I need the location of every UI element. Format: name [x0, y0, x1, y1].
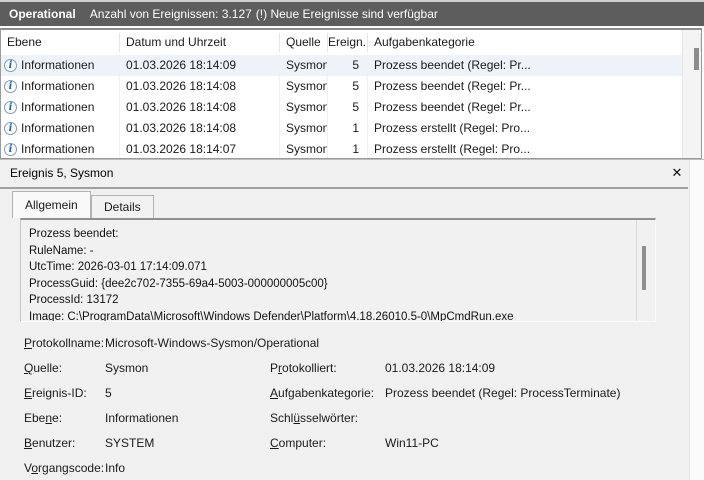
source-text: Sysmon	[280, 97, 328, 118]
field-value: Info	[105, 456, 125, 480]
log-name: Operational	[9, 7, 76, 21]
event-list: Ebene Datum und Uhrzeit Quelle Ereign...…	[0, 28, 702, 159]
field-value: Prozess beendet (Regel: ProcessTerminate…	[385, 381, 620, 406]
field-label: Benutzer:	[24, 431, 75, 456]
event-viewer-window: Operational Anzahl von Ereignissen: 3.12…	[0, 0, 704, 480]
source-text: Sysmon	[280, 76, 328, 97]
table-row[interactable]: i Informationen 01.03.2026 18:14:08 Sysmo…	[1, 118, 701, 139]
table-header: Ebene Datum und Uhrzeit Quelle Ereign...…	[1, 30, 701, 55]
table-row[interactable]: i Informationen 01.03.2026 18:14:08 Sysmo…	[1, 76, 701, 97]
datetime-text: 01.03.2026 18:14:08	[120, 76, 280, 97]
event-description-box[interactable]: Prozess beendet: RuleName: - UtcTime: 20…	[20, 218, 656, 322]
source-text: Sysmon	[280, 55, 328, 76]
information-icon: i	[4, 80, 17, 93]
source-text: Sysmon	[280, 139, 328, 159]
description-line: Prozess beendet:	[29, 226, 629, 243]
preview-pane-title: Ereignis 5, Sysmon	[0, 160, 688, 187]
title-separator	[0, 187, 688, 189]
information-icon: i	[4, 143, 17, 156]
event-id-text: 1	[328, 118, 368, 139]
event-id-text: 5	[328, 97, 368, 118]
column-header-aufgabenkategorie[interactable]: Aufgabenkategorie	[368, 33, 701, 52]
source-text: Sysmon	[280, 118, 328, 139]
description-scrollbar-track[interactable]	[636, 220, 637, 321]
description-line: UtcTime: 2026-03-01 17:14:09.071	[29, 259, 629, 276]
category-text: Prozess erstellt (Regel: Pro...	[368, 139, 701, 159]
field-label: Vorgangscode:	[24, 456, 104, 480]
level-text: Informationen	[21, 55, 94, 76]
datetime-text: 01.03.2026 18:14:08	[120, 118, 280, 139]
log-header-bar: Operational Anzahl von Ereignissen: 3.12…	[0, 0, 704, 26]
information-icon: i	[4, 59, 17, 72]
event-preview-pane: Ereignis 5, Sysmon ✕ Allgemein Details P…	[0, 159, 704, 480]
field-label: Computer:	[270, 431, 326, 456]
description-line: RuleName: -	[29, 243, 629, 260]
pane-scrollbar-track[interactable]	[689, 160, 704, 480]
field-value: Sysmon	[105, 356, 148, 381]
scrollbar-thumb[interactable]	[694, 48, 699, 70]
category-text: Prozess beendet (Regel: Pr...	[368, 55, 701, 76]
event-count-text: Anzahl von Ereignissen: 3.127	[90, 7, 252, 21]
field-label: Schlüsselwörter:	[270, 406, 358, 431]
event-fields-grid: Protokollname: Microsoft-Windows-Sysmon/…	[0, 331, 688, 480]
datetime-text: 01.03.2026 18:14:07	[120, 139, 280, 159]
table-vertical-scrollbar[interactable]	[682, 30, 700, 159]
description-scrollbar-thumb[interactable]	[642, 246, 646, 290]
level-text: Informationen	[21, 97, 94, 118]
field-value: Win11-PC	[385, 431, 439, 456]
datetime-text: 01.03.2026 18:14:08	[120, 97, 280, 118]
field-value: Microsoft-Windows-Sysmon/Operational	[105, 331, 319, 356]
close-icon[interactable]: ✕	[669, 165, 685, 181]
information-icon: i	[4, 122, 17, 135]
level-text: Informationen	[21, 139, 94, 159]
new-events-link[interactable]: (!) Neue Ereignisse sind verfügbar	[256, 7, 438, 21]
event-id-text: 5	[328, 76, 368, 97]
event-id-text: 1	[328, 139, 368, 159]
field-label: Ereignis-ID:	[24, 381, 87, 406]
field-label: Quelle:	[24, 356, 62, 381]
information-icon: i	[4, 101, 17, 114]
datetime-text: 01.03.2026 18:14:09	[120, 55, 280, 76]
field-label: Ebene:	[24, 406, 62, 431]
field-label: Protokolliert:	[270, 356, 337, 381]
level-text: Informationen	[21, 76, 94, 97]
column-header-ebene[interactable]: Ebene	[1, 33, 120, 52]
level-text: Informationen	[21, 118, 94, 139]
event-id-text: 5	[328, 55, 368, 76]
column-header-ereignis-id[interactable]: Ereign...	[328, 33, 368, 52]
field-value: 5	[105, 381, 112, 406]
table-row[interactable]: i Informationen 01.03.2026 18:14:07 Sysmo…	[1, 139, 701, 159]
field-value: SYSTEM	[105, 431, 154, 456]
column-header-quelle[interactable]: Quelle	[280, 33, 328, 52]
table-row[interactable]: i Informationen 01.03.2026 18:14:09 Sysmo…	[1, 55, 701, 76]
field-value: 01.03.2026 18:14:09	[385, 356, 495, 381]
description-line: Image: C:\ProgramData\Microsoft\Windows …	[29, 309, 629, 323]
column-header-datum[interactable]: Datum und Uhrzeit	[120, 33, 280, 52]
description-line: ProcessGuid: {dee2c702-7355-69a4-5003-00…	[29, 276, 629, 293]
field-label: Protokollname:	[24, 331, 104, 356]
category-text: Prozess erstellt (Regel: Pro...	[368, 118, 701, 139]
tab-details[interactable]: Details	[91, 195, 154, 218]
description-line: ProcessId: 13172	[29, 292, 629, 309]
tab-allgemein[interactable]: Allgemein	[12, 191, 91, 218]
field-value: Informationen	[105, 406, 178, 431]
field-label: Aufgabenkategorie:	[270, 381, 374, 406]
category-text: Prozess beendet (Regel: Pr...	[368, 76, 701, 97]
category-text: Prozess beendet (Regel: Pr...	[368, 97, 701, 118]
table-row[interactable]: i Informationen 01.03.2026 18:14:08 Sysmo…	[1, 97, 701, 118]
